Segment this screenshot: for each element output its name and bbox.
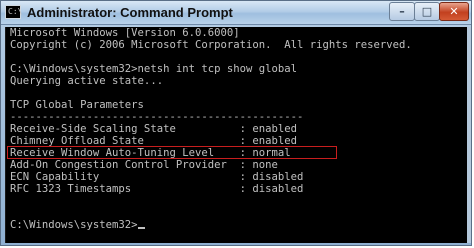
console-prompt-line[interactable]: C:\Windows\system32> — [10, 219, 145, 231]
maximize-icon: □ — [421, 5, 433, 18]
console-line: Add-On Congestion Control Provider : non… — [10, 159, 278, 171]
minimize-icon: – — [399, 5, 405, 18]
title-bar[interactable]: C:\ Administrator: Command Prompt – □ ✕ — [1, 1, 471, 25]
minimize-button[interactable]: – — [389, 2, 415, 21]
console-line: TCP Global Parameters — [10, 99, 144, 111]
text-cursor — [137, 227, 145, 229]
console-line: RFC 1323 Timestamps : disabled — [10, 183, 304, 195]
window-title: Administrator: Command Prompt — [27, 5, 233, 20]
maximize-button[interactable]: □ — [414, 2, 440, 21]
command-prompt: C:\Windows\system32> — [10, 219, 138, 231]
console-line: Receive-Side Scaling State : enabled — [10, 123, 298, 135]
console-line: ECN Capability : disabled — [10, 171, 304, 183]
console-output[interactable]: Microsoft Windows [Version 6.0.6000] Cop… — [5, 27, 468, 243]
cmd-icon[interactable]: C:\ — [5, 5, 22, 19]
close-icon: ✕ — [449, 5, 459, 18]
console-line: C:\Windows\system32>netsh int tcp show g… — [10, 63, 298, 75]
console-line: Microsoft Windows [Version 6.0.6000] — [10, 27, 240, 39]
console-line: Copyright (c) 2006 Microsoft Corporation… — [10, 39, 412, 51]
console-line: Querying active state... — [10, 75, 164, 87]
highlight-box — [7, 146, 337, 159]
window-right-edge — [467, 27, 471, 243]
console-line: ----------------------------------------… — [10, 111, 304, 123]
command-prompt-window: C:\ Administrator: Command Prompt – □ ✕ … — [0, 0, 472, 246]
close-button[interactable]: ✕ — [439, 2, 469, 21]
